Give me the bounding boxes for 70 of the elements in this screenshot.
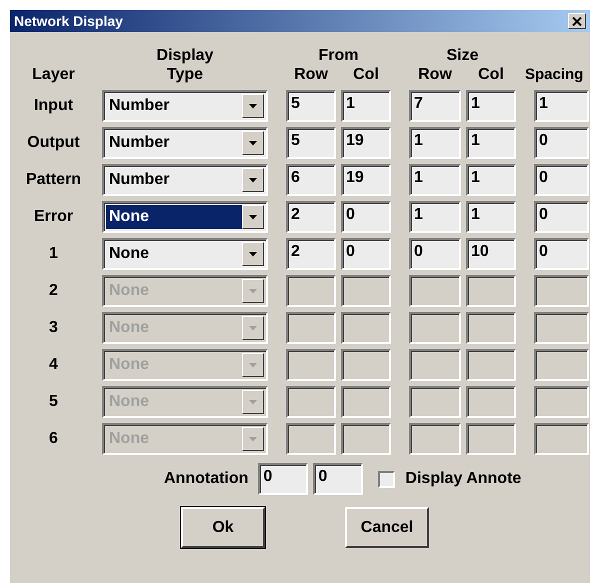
number-field[interactable]: 1 — [466, 201, 516, 233]
display-type-dropdown[interactable]: Number — [102, 164, 268, 196]
number-field[interactable]: 1 — [409, 201, 461, 233]
display-type-dropdown[interactable]: None — [102, 238, 268, 270]
number-field[interactable]: 1 — [409, 164, 461, 196]
layer-label: 1 — [48, 245, 59, 263]
dropdown-arrow-icon — [249, 178, 257, 182]
dropdown-arrow-icon — [249, 362, 257, 368]
dropdown-arrow-icon — [249, 436, 257, 442]
column-header: Layer — [31, 65, 76, 85]
column-header: Display — [156, 46, 214, 66]
number-field[interactable]: 2 — [286, 201, 336, 233]
number-field[interactable]: 1 — [466, 90, 516, 122]
dropdown-arrow-icon — [249, 214, 257, 220]
checkbox-label: Display Annote — [405, 470, 522, 488]
number-field[interactable]: 1 — [341, 90, 391, 122]
number-field[interactable]: 1 — [534, 90, 589, 122]
number-field[interactable]: 5 — [286, 90, 336, 122]
layer-label: Output — [26, 134, 81, 152]
close-button[interactable] — [568, 13, 586, 29]
column-header: Type — [166, 65, 204, 85]
dialog-button[interactable]: Cancel — [345, 507, 429, 548]
dropdown-arrow-icon — [249, 252, 257, 256]
dropdown-arrow-icon — [249, 326, 257, 330]
annotation-field[interactable]: 0 — [313, 463, 364, 495]
close-icon — [572, 16, 582, 26]
column-header: Row — [417, 65, 453, 85]
column-header: Row — [293, 65, 329, 85]
dialog-button[interactable]: Ok — [181, 507, 265, 548]
number-field[interactable]: 0 — [534, 127, 589, 159]
column-header: Size — [445, 46, 480, 66]
number-field[interactable]: 7 — [409, 90, 461, 122]
dropdown-arrow-icon — [249, 140, 257, 146]
dropdown-arrow-icon — [249, 104, 257, 108]
number-field[interactable]: 19 — [341, 127, 391, 159]
number-field[interactable]: 6 — [286, 164, 336, 196]
number-field[interactable]: 1 — [466, 164, 516, 196]
display-type-dropdown[interactable]: None — [102, 201, 268, 233]
display-type-dropdown[interactable]: Number — [102, 127, 268, 159]
window-title: Network Display — [14, 13, 123, 29]
number-field[interactable]: 0 — [341, 201, 391, 233]
layer-label: 2 — [48, 282, 59, 300]
column-header: Col — [477, 65, 505, 85]
layer-label: Input — [32, 97, 74, 115]
number-field[interactable]: 1 — [409, 127, 461, 159]
number-field[interactable]: 2 — [286, 238, 336, 270]
number-field[interactable]: 1 — [466, 127, 516, 159]
dropdown-arrow-icon — [249, 288, 257, 294]
layer-label: 4 — [48, 356, 59, 374]
checkbox[interactable] — [378, 470, 396, 488]
annotation-field[interactable]: 0 — [258, 463, 308, 495]
layer-label: 6 — [48, 430, 59, 448]
column-header: Spacing — [524, 65, 584, 85]
number-field[interactable]: 19 — [341, 164, 391, 196]
layer-label: Pattern — [24, 171, 82, 189]
column-header: Col — [352, 65, 380, 85]
dropdown-arrow-icon — [249, 400, 257, 404]
layer-label: Error — [32, 208, 74, 226]
number-field[interactable]: 0 — [534, 164, 589, 196]
number-field[interactable]: 0 — [409, 238, 461, 270]
display-type-dropdown[interactable]: Number — [102, 90, 268, 122]
number-field[interactable]: 5 — [286, 127, 336, 159]
number-field[interactable]: 0 — [341, 238, 391, 270]
column-header: From — [318, 46, 360, 66]
annotation-label: Annotation — [164, 470, 248, 488]
layer-label: 5 — [48, 393, 59, 411]
layer-label: 3 — [48, 319, 59, 337]
number-field[interactable]: 0 — [534, 201, 589, 233]
number-field[interactable]: 10 — [466, 238, 516, 270]
number-field[interactable]: 0 — [534, 238, 589, 270]
